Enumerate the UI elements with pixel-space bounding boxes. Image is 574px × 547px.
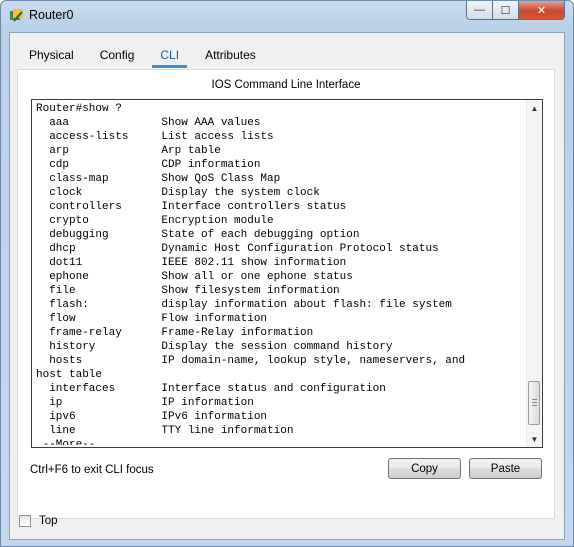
cli-heading: IOS Command Line Interface <box>211 79 361 91</box>
close-button[interactable]: ✕ <box>519 1 565 20</box>
paste-button[interactable]: Paste <box>469 458 542 479</box>
tab-physical[interactable]: Physical <box>16 43 87 67</box>
window-title: Router0 <box>29 8 74 22</box>
vertical-scrollbar[interactable]: ▲ ▼ <box>526 100 542 447</box>
grip-line <box>532 405 537 406</box>
cli-console[interactable]: Router#show ? aaa Show AAA values access… <box>31 99 543 448</box>
maximize-icon: ☐ <box>500 4 511 17</box>
scroll-down-arrow-icon[interactable]: ▼ <box>527 431 542 447</box>
title-bar[interactable]: Router0 — ☐ ✕ <box>1 1 573 33</box>
packet-tracer-icon <box>10 9 23 22</box>
top-checkbox[interactable] <box>19 515 31 527</box>
minimize-button[interactable]: — <box>466 1 493 20</box>
cli-panel: IOS Command Line Interface Router#show ?… <box>17 69 555 519</box>
maximize-button[interactable]: ☐ <box>493 1 519 20</box>
close-icon: ✕ <box>536 4 547 17</box>
grip-line <box>532 402 537 403</box>
tab-attributes[interactable]: Attributes <box>192 43 269 67</box>
exit-focus-hint: Ctrl+F6 to exit CLI focus <box>30 464 154 476</box>
client-area: Physical Config CLI Attributes IOS Comma… <box>9 32 565 540</box>
top-label: Top <box>39 515 58 527</box>
router-window: Router0 — ☐ ✕ Physical Config CLI Attrib… <box>0 0 574 547</box>
caption-buttons: — ☐ ✕ <box>466 1 565 21</box>
grip-line <box>532 399 537 400</box>
cli-output[interactable]: Router#show ? aaa Show AAA values access… <box>36 102 523 445</box>
scroll-up-arrow-icon[interactable]: ▲ <box>527 100 542 116</box>
tab-strip: Physical Config CLI Attributes <box>16 43 269 68</box>
minimize-icon: — <box>474 4 485 16</box>
tab-cli[interactable]: CLI <box>147 43 192 68</box>
tab-config[interactable]: Config <box>87 43 148 67</box>
scroll-thumb[interactable] <box>528 381 540 425</box>
top-option: Top <box>19 515 58 527</box>
copy-button[interactable]: Copy <box>388 458 461 479</box>
